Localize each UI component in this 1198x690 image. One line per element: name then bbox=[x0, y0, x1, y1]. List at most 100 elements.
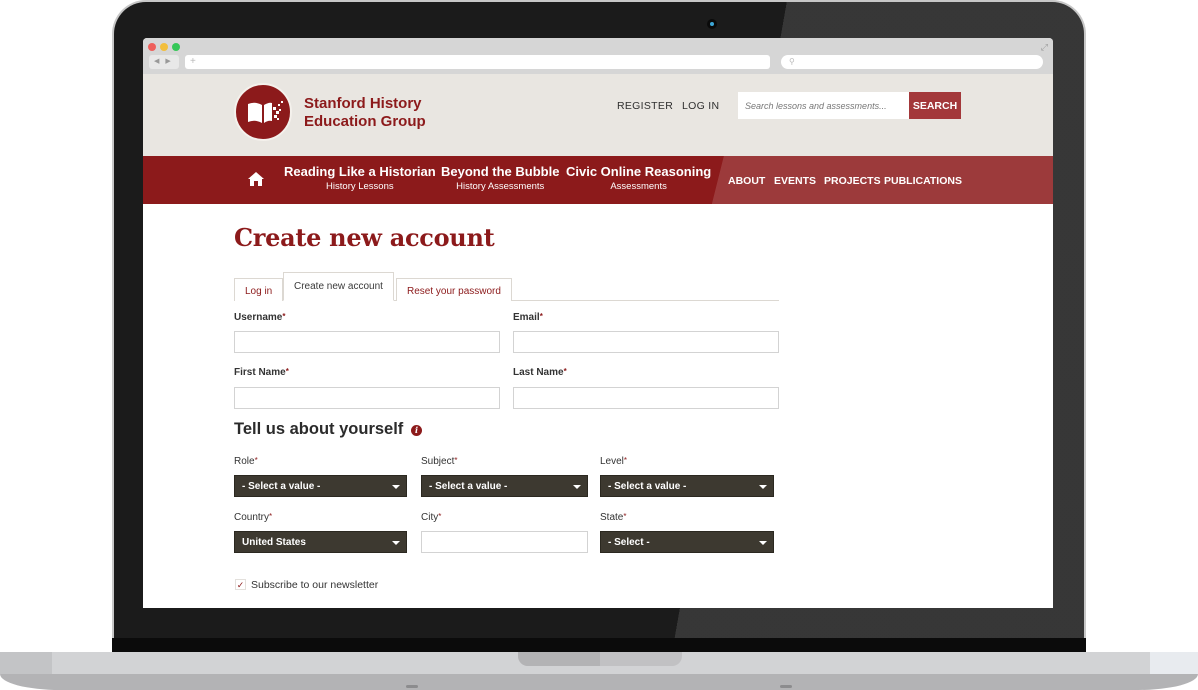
browser-nav-arrows: ◀ ▶ bbox=[149, 55, 179, 69]
level-select-value: - Select a value - bbox=[608, 481, 687, 492]
subject-select[interactable]: - Select a value - bbox=[421, 475, 588, 497]
username-label: Username* bbox=[234, 312, 285, 323]
email-field[interactable] bbox=[513, 331, 779, 353]
state-label-text: State bbox=[600, 512, 624, 523]
laptop-foot bbox=[780, 685, 792, 688]
open-book-icon bbox=[248, 101, 283, 123]
site-search-input[interactable] bbox=[738, 92, 909, 119]
required-marker: * bbox=[454, 456, 458, 465]
close-window-button[interactable] bbox=[148, 43, 156, 51]
nav-item-reading-like-a-historian[interactable]: Reading Like a Historian History Lessons bbox=[284, 164, 436, 192]
nav-item-beyond-the-bubble[interactable]: Beyond the Bubble History Assessments bbox=[441, 164, 559, 192]
chevron-down-icon bbox=[392, 485, 400, 489]
required-marker: * bbox=[282, 312, 286, 321]
role-label-text: Role bbox=[234, 456, 255, 467]
required-marker: * bbox=[623, 512, 627, 521]
logo[interactable] bbox=[234, 83, 292, 141]
fullscreen-icon[interactable]: ⤢ bbox=[1041, 42, 1048, 53]
browser-chrome: ◀ ▶ + ⚲ ⤢ bbox=[143, 38, 1053, 74]
last-name-label: Last Name* bbox=[513, 367, 567, 378]
last-name-field[interactable] bbox=[513, 387, 779, 409]
chevron-down-icon bbox=[759, 541, 767, 545]
tab-log-in[interactable]: Log in bbox=[234, 278, 284, 301]
new-tab-icon[interactable]: + bbox=[190, 56, 196, 67]
chevron-down-icon bbox=[392, 541, 400, 545]
tab-create-new-account[interactable]: Create new account bbox=[283, 272, 394, 301]
nav-link-about[interactable]: ABOUT bbox=[728, 175, 765, 187]
country-select[interactable]: United States bbox=[234, 531, 407, 553]
register-link[interactable]: REGISTER bbox=[617, 100, 673, 112]
required-marker: * bbox=[269, 512, 273, 521]
city-field[interactable] bbox=[421, 531, 588, 553]
magnifier-icon: ⚲ bbox=[789, 57, 795, 66]
laptop-foot bbox=[406, 685, 418, 688]
laptop-base bbox=[0, 652, 1198, 690]
nav-item-subtitle: History Lessons bbox=[326, 181, 394, 192]
state-select[interactable]: - Select - bbox=[600, 531, 774, 553]
webcam-icon bbox=[707, 19, 717, 29]
site-name-line1: Stanford History bbox=[304, 95, 422, 112]
role-label: Role* bbox=[234, 456, 258, 467]
page-title: Create new account bbox=[234, 223, 495, 252]
nav-link-publications[interactable]: PUBLICATIONS bbox=[884, 175, 962, 187]
subject-label: Subject* bbox=[421, 456, 457, 467]
nav-item-title: Beyond the Bubble bbox=[441, 164, 560, 179]
username-field[interactable] bbox=[234, 331, 500, 353]
tab-reset-password[interactable]: Reset your password bbox=[396, 278, 512, 301]
required-marker: * bbox=[623, 456, 628, 465]
nav-item-subtitle: Assessments bbox=[610, 181, 667, 192]
site-header: Stanford History Education Group REGISTE… bbox=[143, 74, 1053, 156]
newsletter-label[interactable]: Subscribe to our newsletter bbox=[251, 579, 378, 591]
laptop-base-bottom bbox=[0, 674, 1198, 690]
forward-arrow-icon[interactable]: ▶ bbox=[165, 55, 170, 69]
chevron-down-icon bbox=[759, 485, 767, 489]
laptop-hinge bbox=[112, 638, 1086, 652]
browser-search-bar[interactable]: ⚲ bbox=[781, 55, 1043, 69]
site-name[interactable]: Stanford History Education Group bbox=[304, 95, 426, 131]
maximize-window-button[interactable] bbox=[172, 43, 180, 51]
nav-item-subtitle: History Assessments bbox=[456, 181, 545, 192]
required-marker: * bbox=[563, 367, 567, 376]
nav-item-title: Reading Like a Historian bbox=[284, 164, 436, 179]
address-bar[interactable]: + bbox=[185, 55, 770, 69]
home-icon[interactable] bbox=[247, 171, 265, 187]
last-name-label-text: Last Name bbox=[513, 367, 564, 378]
required-marker: * bbox=[285, 367, 289, 376]
section-title: Tell us about yourself bbox=[234, 420, 404, 438]
level-label-text: Level bbox=[600, 456, 624, 467]
country-select-value: United States bbox=[242, 537, 306, 548]
first-name-label: First Name* bbox=[234, 367, 289, 378]
city-label: City* bbox=[421, 512, 441, 523]
required-marker: * bbox=[254, 456, 258, 465]
role-select[interactable]: - Select a value - bbox=[234, 475, 407, 497]
level-select[interactable]: - Select a value - bbox=[600, 475, 774, 497]
nav-link-projects[interactable]: PROJECTS bbox=[824, 175, 881, 187]
site-search-button[interactable]: SEARCH bbox=[909, 92, 961, 119]
chevron-down-icon bbox=[573, 485, 581, 489]
role-select-value: - Select a value - bbox=[242, 481, 321, 492]
level-label: Level* bbox=[600, 456, 627, 467]
nav-item-civic-online-reasoning[interactable]: Civic Online Reasoning Assessments bbox=[566, 164, 711, 192]
required-marker: * bbox=[539, 312, 543, 321]
first-name-label-text: First Name bbox=[234, 367, 286, 378]
laptop-notch bbox=[518, 652, 682, 666]
state-select-value: - Select - bbox=[608, 537, 650, 548]
nav-link-events[interactable]: EVENTS bbox=[774, 175, 816, 187]
username-label-text: Username bbox=[234, 312, 283, 323]
site-name-line2: Education Group bbox=[304, 113, 426, 130]
email-label: Email* bbox=[513, 312, 543, 323]
nav-item-title: Civic Online Reasoning bbox=[566, 164, 712, 179]
first-name-field[interactable] bbox=[234, 387, 500, 409]
main-nav: Reading Like a Historian History Lessons… bbox=[143, 156, 1053, 204]
required-marker: * bbox=[438, 512, 442, 521]
country-label-text: Country bbox=[234, 512, 270, 523]
back-arrow-icon[interactable]: ◀ bbox=[154, 55, 159, 69]
newsletter-checkbox[interactable]: ✓ bbox=[235, 579, 246, 590]
browser-window: ◀ ▶ + ⚲ ⤢ Stanford History Education Gro… bbox=[143, 38, 1053, 608]
subject-select-value: - Select a value - bbox=[429, 481, 508, 492]
city-label-text: City bbox=[421, 512, 439, 523]
info-icon[interactable]: i bbox=[411, 425, 422, 436]
country-label: Country* bbox=[234, 512, 272, 523]
minimize-window-button[interactable] bbox=[160, 43, 168, 51]
login-link[interactable]: LOG IN bbox=[682, 100, 719, 112]
